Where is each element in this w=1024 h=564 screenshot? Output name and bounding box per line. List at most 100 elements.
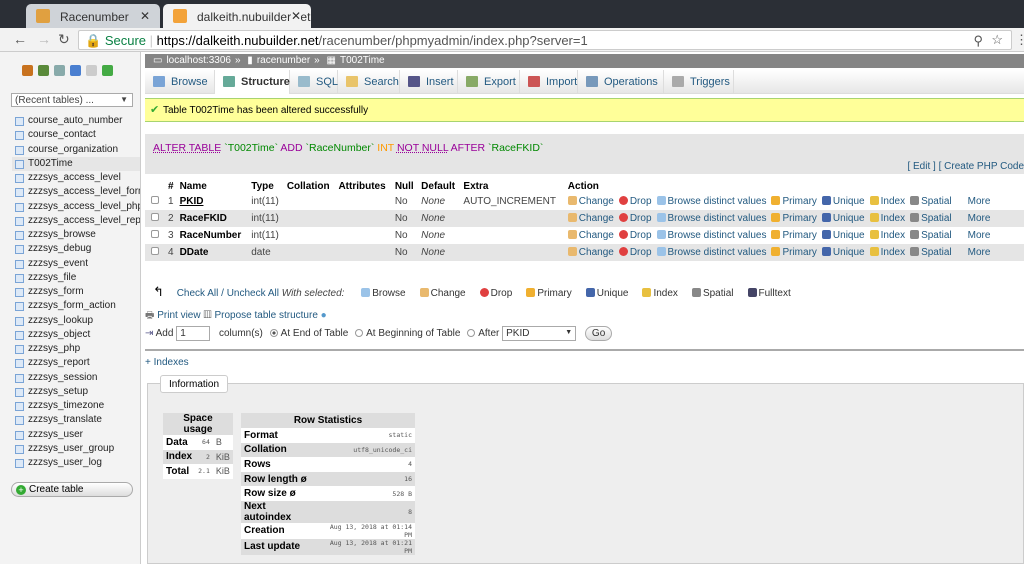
browser-tab-racenumber[interactable]: Racenumber ✕ <box>26 4 160 28</box>
action-drop[interactable]: Drop <box>618 213 652 224</box>
bulk-index[interactable]: Index <box>642 288 678 299</box>
tab-export[interactable]: Export <box>458 70 520 94</box>
action-drop[interactable]: Drop <box>618 196 652 207</box>
sidebar-table-item[interactable]: zzzsys_user <box>12 428 140 442</box>
sidebar-table-item[interactable]: zzzsys_file <box>12 271 140 285</box>
action-more[interactable]: More <box>957 230 991 241</box>
sidebar-table-item[interactable]: zzzsys_lookup <box>12 314 140 328</box>
sidebar-table-item[interactable]: zzzsys_event <box>12 257 140 271</box>
indexes-toggle-link[interactable]: + Indexes <box>145 357 189 368</box>
create-php-code-link[interactable]: Create PHP Code <box>944 161 1024 172</box>
action-primary[interactable]: Primary <box>771 247 817 258</box>
tab-browse[interactable]: Browse <box>145 70 215 94</box>
action-browse-distinct-values[interactable]: Browse distinct values <box>656 196 766 207</box>
print-view-link[interactable]: Print view <box>157 310 200 321</box>
tab-search[interactable]: Search <box>338 70 400 94</box>
sidebar-table-item[interactable]: zzzsys_form <box>12 285 140 299</box>
row-checkbox[interactable] <box>151 230 159 238</box>
action-spatial[interactable]: Spatial <box>910 196 952 207</box>
action-change[interactable]: Change <box>567 196 614 207</box>
logout-icon[interactable] <box>38 65 49 76</box>
action-unique[interactable]: Unique <box>821 247 865 258</box>
bulk-unique[interactable]: Unique <box>585 288 628 299</box>
action-more[interactable]: More <box>957 196 991 207</box>
home-icon[interactable] <box>22 65 33 76</box>
reload-icon[interactable] <box>102 65 113 76</box>
row-checkbox[interactable] <box>151 196 159 204</box>
action-unique[interactable]: Unique <box>821 230 865 241</box>
breadcrumb-table[interactable]: T002Time <box>340 55 385 66</box>
reload-icon[interactable]: ↻ <box>58 31 70 48</box>
action-primary[interactable]: Primary <box>771 196 817 207</box>
sidebar-table-item[interactable]: T002Time <box>12 156 140 171</box>
action-browse-distinct-values[interactable]: Browse distinct values <box>656 247 766 258</box>
recent-tables-select[interactable]: (Recent tables) ... ▼ <box>11 93 133 107</box>
check-all-link[interactable]: Check All / Uncheck All <box>177 288 279 299</box>
sidebar-table-item[interactable]: zzzsys_object <box>12 328 140 342</box>
bulk-browse[interactable]: Browse <box>361 288 406 299</box>
bulk-spatial[interactable]: Spatial <box>691 288 734 299</box>
close-tab-icon[interactable]: ✕ <box>290 9 301 23</box>
sidebar-table-item[interactable]: zzzsys_report <box>12 356 140 370</box>
sidebar-table-item[interactable]: zzzsys_setup <box>12 385 140 399</box>
sidebar-table-item[interactable]: zzzsys_access_level_php <box>12 200 140 214</box>
action-change[interactable]: Change <box>567 213 614 224</box>
radio-end-of-table[interactable] <box>269 329 278 338</box>
sidebar-table-item[interactable]: course_auto_number <box>12 114 140 128</box>
sidebar-table-item[interactable]: zzzsys_timezone <box>12 399 140 413</box>
url-input[interactable]: 🔒 Secure | https://dalkeith.nubuilder.ne… <box>78 30 1012 50</box>
sidebar-table-item[interactable]: zzzsys_browse <box>12 228 140 242</box>
back-icon[interactable]: ← <box>13 31 27 47</box>
row-checkbox[interactable] <box>151 213 159 221</box>
action-unique[interactable]: Unique <box>821 213 865 224</box>
action-unique[interactable]: Unique <box>821 196 865 207</box>
search-icon[interactable]: ⚲ <box>973 33 983 49</box>
action-index[interactable]: Index <box>869 247 905 258</box>
action-primary[interactable]: Primary <box>771 213 817 224</box>
sidebar-table-item[interactable]: zzzsys_user_log <box>12 456 140 470</box>
row-checkbox[interactable] <box>151 247 159 255</box>
action-spatial[interactable]: Spatial <box>910 230 952 241</box>
go-button[interactable]: Go <box>584 326 613 341</box>
tab-sql[interactable]: SQL <box>290 70 338 94</box>
bulk-change[interactable]: Change <box>419 288 466 299</box>
action-spatial[interactable]: Spatial <box>910 247 952 258</box>
settings-icon[interactable] <box>86 65 97 76</box>
action-index[interactable]: Index <box>869 213 905 224</box>
tab-insert[interactable]: Insert <box>400 70 458 94</box>
breadcrumb-database[interactable]: racenumber <box>257 55 310 66</box>
action-more[interactable]: More <box>957 247 991 258</box>
radio-after[interactable] <box>467 329 476 338</box>
sql-query-icon[interactable] <box>54 65 65 76</box>
action-drop[interactable]: Drop <box>618 247 652 258</box>
action-change[interactable]: Change <box>567 230 614 241</box>
browser-tab-phpmyadmin[interactable]: dalkeith.nubuilder.net / lo ✕ <box>163 4 311 28</box>
docs-icon[interactable] <box>70 65 81 76</box>
tab-triggers[interactable]: Triggers <box>664 70 734 94</box>
forward-icon[interactable]: → <box>37 31 51 47</box>
sidebar-table-item[interactable]: zzzsys_php <box>12 342 140 356</box>
column-count-input[interactable]: 1 <box>176 326 211 341</box>
bulk-drop[interactable]: Drop <box>479 288 512 299</box>
bulk-fulltext[interactable]: Fulltext <box>747 288 791 299</box>
close-tab-icon[interactable]: ✕ <box>140 9 150 23</box>
sidebar-table-item[interactable]: zzzsys_access_level_form <box>12 185 140 199</box>
sidebar-table-item[interactable]: course_contact <box>12 128 140 142</box>
sidebar-table-item[interactable]: zzzsys_translate <box>12 413 140 427</box>
action-more[interactable]: More <box>957 213 991 224</box>
action-spatial[interactable]: Spatial <box>910 213 952 224</box>
sidebar-table-item[interactable]: zzzsys_user_group <box>12 442 140 456</box>
action-primary[interactable]: Primary <box>771 230 817 241</box>
action-browse-distinct-values[interactable]: Browse distinct values <box>656 230 766 241</box>
star-icon[interactable]: ☆ <box>991 32 1003 48</box>
sidebar-table-item[interactable]: zzzsys_access_level_report <box>12 214 140 228</box>
bulk-primary[interactable]: Primary <box>526 288 572 299</box>
sidebar-table-item[interactable]: zzzsys_debug <box>12 242 140 256</box>
sidebar-table-item[interactable]: course_organization <box>12 143 140 157</box>
breadcrumb-server[interactable]: localhost:3306 <box>166 55 231 66</box>
propose-structure-link[interactable]: Propose table structure <box>215 310 318 321</box>
action-index[interactable]: Index <box>869 196 905 207</box>
radio-beginning-of-table[interactable] <box>355 329 364 338</box>
tab-structure[interactable]: Structure <box>215 70 290 94</box>
help-icon[interactable]: ● <box>321 310 327 321</box>
